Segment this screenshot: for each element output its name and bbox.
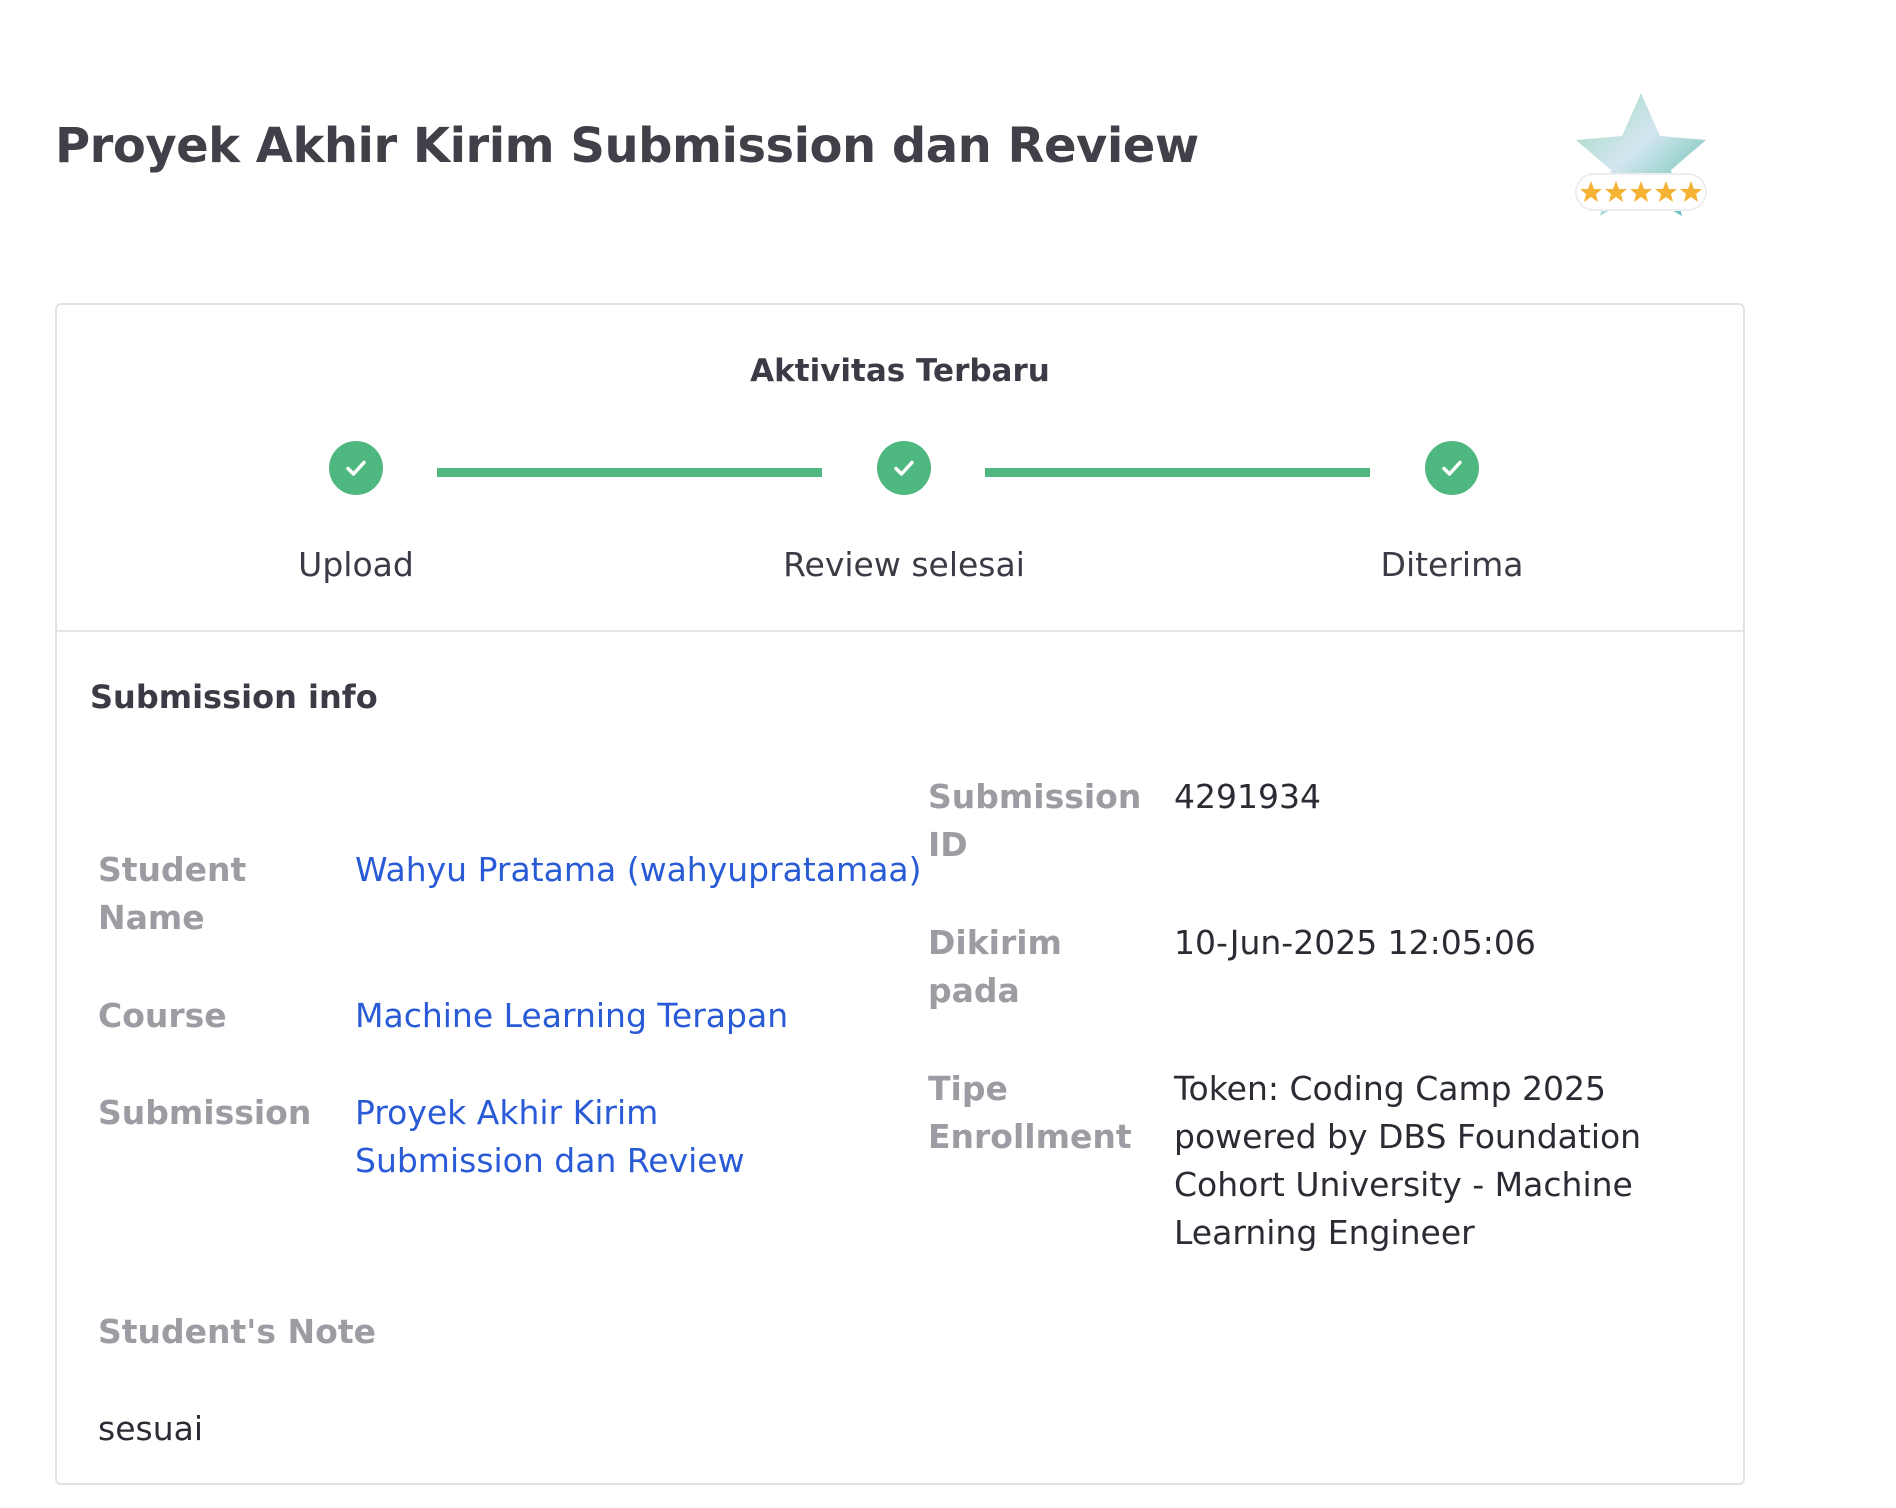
enrollment-type-value: Token: Coding Camp 2025 powered by DBS F… xyxy=(1174,1069,1642,1252)
step-connector xyxy=(437,468,822,477)
student-note-label: Student's Note xyxy=(98,1312,376,1351)
enrollment-type-label: Tipe Enrollment xyxy=(928,1069,1132,1156)
step-upload-check-icon xyxy=(329,441,383,495)
submission-id-label: Submission ID xyxy=(928,777,1142,864)
step-review-check-icon xyxy=(877,441,931,495)
step-connector xyxy=(985,468,1370,477)
submission-card: Aktivitas Terbaru Upload Review selesai … xyxy=(55,303,1745,1485)
submission-link[interactable]: Proyek Akhir Kirim Submission dan Review xyxy=(355,1089,855,1185)
course-label: Course xyxy=(98,996,227,1035)
step-label-accepted: Diterima xyxy=(1380,545,1524,584)
student-name-link[interactable]: Wahyu Pratama (wahyupratamaa) xyxy=(355,846,922,894)
sent-at-label: Dikirim pada xyxy=(928,923,1062,1010)
student-name-label: Student Name xyxy=(98,850,247,937)
activity-title: Aktivitas Terbaru xyxy=(750,353,1050,389)
submission-label: Submission xyxy=(98,1093,312,1132)
submission-info-title: Submission info xyxy=(90,678,378,716)
course-link[interactable]: Machine Learning Terapan xyxy=(355,992,915,1040)
step-label-review: Review selesai xyxy=(783,545,1025,584)
sent-at-value: 10-Jun-2025 12:05:06 xyxy=(1174,923,1536,962)
five-star-rating-badge-icon xyxy=(1575,93,1707,216)
activity-section: Aktivitas Terbaru Upload Review selesai … xyxy=(57,305,1743,632)
student-note-value: sesuai xyxy=(98,1409,203,1448)
step-label-upload: Upload xyxy=(298,545,414,584)
page-title: Proyek Akhir Kirim Submission dan Review xyxy=(55,118,1199,174)
step-accepted-check-icon xyxy=(1425,441,1479,495)
submission-id-value: 4291934 xyxy=(1174,777,1321,816)
